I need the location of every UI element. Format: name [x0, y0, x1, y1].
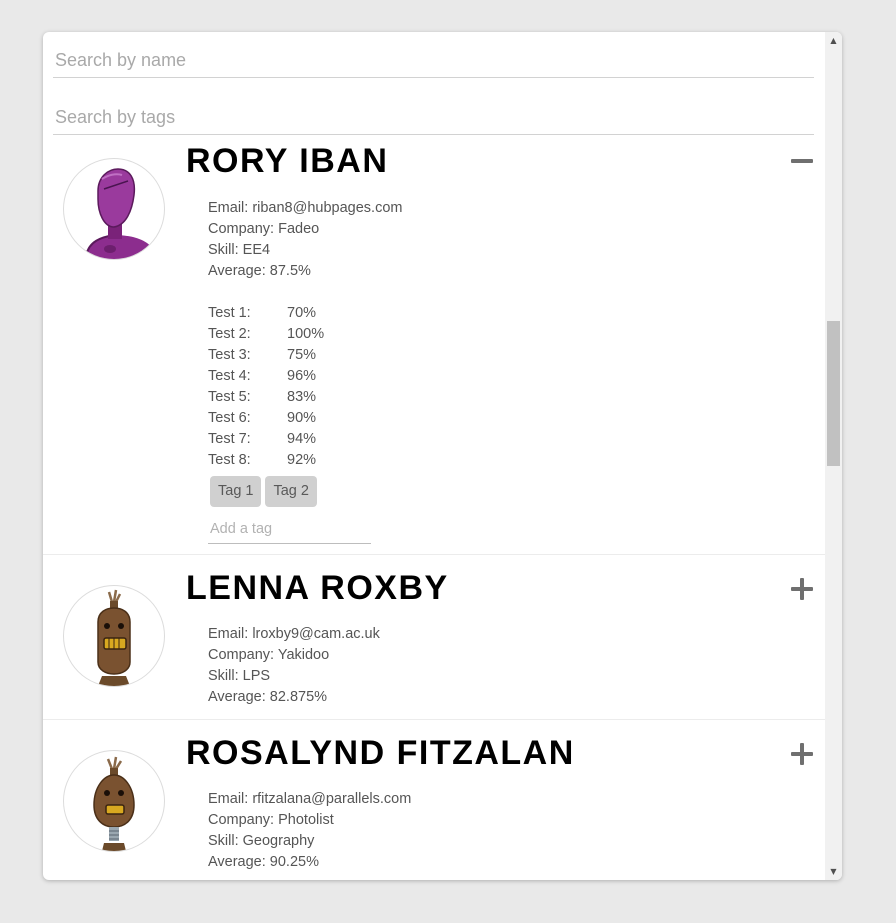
student-email: Email: lroxby9@cam.ac.uk — [208, 626, 380, 642]
grade-row: Test 3: 75% — [208, 345, 408, 366]
expand-button[interactable] — [789, 576, 815, 602]
student-card-lenna-roxby: LENNA ROXBY Email: lroxby9@cam.ac.uk Com… — [43, 555, 825, 720]
grade-value: 100% — [287, 326, 325, 342]
student-average: Average: 90.25% — [208, 854, 319, 870]
grade-label: Test 8: — [208, 452, 251, 468]
grade-value: 92% — [287, 452, 317, 468]
student-name: ROSALYND FITZALAN — [186, 734, 575, 772]
student-info: Email: lroxby9@cam.ac.uk Company: Yakido… — [208, 624, 380, 708]
tag-chip[interactable]: Tag 1 — [210, 476, 262, 507]
student-skill: Skill: LPS — [208, 668, 271, 684]
student-list-card: RORY IBAN Email: riban8@hubpages.com Com… — [43, 32, 842, 880]
student-skill: Skill: Geography — [208, 833, 315, 849]
avatar — [63, 585, 165, 687]
brown-robot-icon — [93, 756, 135, 851]
grade-row: Test 6: 90% — [208, 408, 408, 429]
grade-value: 90% — [287, 410, 317, 426]
scroll-down-arrow-icon[interactable]: ▼ — [825, 863, 842, 880]
student-info: Email: riban8@hubpages.com Company: Fade… — [208, 198, 402, 282]
grade-row: Test 7: 94% — [208, 429, 408, 450]
student-name: LENNA ROXBY — [186, 569, 449, 607]
tag-list: Tag 1 Tag 2 — [210, 476, 317, 507]
student-email: Email: riban8@hubpages.com — [208, 200, 403, 216]
grade-row: Test 1: 70% — [208, 303, 408, 324]
student-list-scroll-area[interactable]: RORY IBAN Email: riban8@hubpages.com Com… — [43, 32, 825, 880]
vertical-scrollbar[interactable]: ▲ ▼ — [825, 32, 842, 880]
scroll-up-arrow-icon[interactable]: ▲ — [825, 32, 842, 49]
student-average: Average: 82.875% — [208, 689, 328, 705]
avatar — [63, 158, 165, 260]
grade-value: 83% — [287, 389, 317, 405]
search-by-name-input[interactable] — [53, 44, 814, 78]
student-company: Company: Yakidoo — [208, 647, 330, 663]
brown-robot-icon — [97, 589, 131, 686]
grade-label: Test 2: — [208, 326, 251, 342]
student-average: Average: 87.5% — [208, 263, 311, 279]
grade-row: Test 2: 100% — [208, 324, 408, 345]
student-email: Email: rfitzalana@parallels.com — [208, 791, 412, 807]
student-company: Company: Photolist — [208, 812, 334, 828]
student-card-rosalynd-fitzalan: ROSALYND FITZALAN Email: rfitzalana@para… — [43, 720, 825, 880]
grades-list: Test 1: 70% Test 2: 100% Test 3: 75% Test 4… — [208, 303, 408, 471]
avatar — [63, 750, 165, 852]
grade-label: Test 4: — [208, 368, 251, 384]
grade-value: 70% — [287, 305, 317, 321]
grade-label: Test 7: — [208, 431, 251, 447]
grade-value: 75% — [287, 347, 317, 363]
search-by-tags-input[interactable] — [53, 101, 814, 135]
grade-label: Test 6: — [208, 410, 251, 426]
grade-row: Test 4: 96% — [208, 366, 408, 387]
scrollbar-thumb[interactable] — [827, 321, 840, 466]
grade-row: Test 5: 83% — [208, 387, 408, 408]
expand-button[interactable] — [789, 741, 815, 767]
student-name: RORY IBAN — [186, 142, 389, 180]
student-card-rory-iban: RORY IBAN Email: riban8@hubpages.com Com… — [43, 136, 825, 555]
student-info: Email: rfitzalana@parallels.com Company:… — [208, 789, 411, 873]
grade-value: 94% — [287, 431, 317, 447]
tag-chip[interactable]: Tag 2 — [265, 476, 317, 507]
collapse-button[interactable] — [789, 148, 815, 174]
purple-robot-icon — [85, 168, 154, 259]
grade-label: Test 1: — [208, 305, 251, 321]
grade-row: Test 8: 92% — [208, 450, 408, 471]
student-company: Company: Fadeo — [208, 221, 320, 237]
grade-value: 96% — [287, 368, 317, 384]
student-skill: Skill: EE4 — [208, 242, 271, 258]
grade-label: Test 3: — [208, 347, 251, 363]
grade-label: Test 5: — [208, 389, 251, 405]
add-tag-input[interactable] — [208, 515, 371, 544]
